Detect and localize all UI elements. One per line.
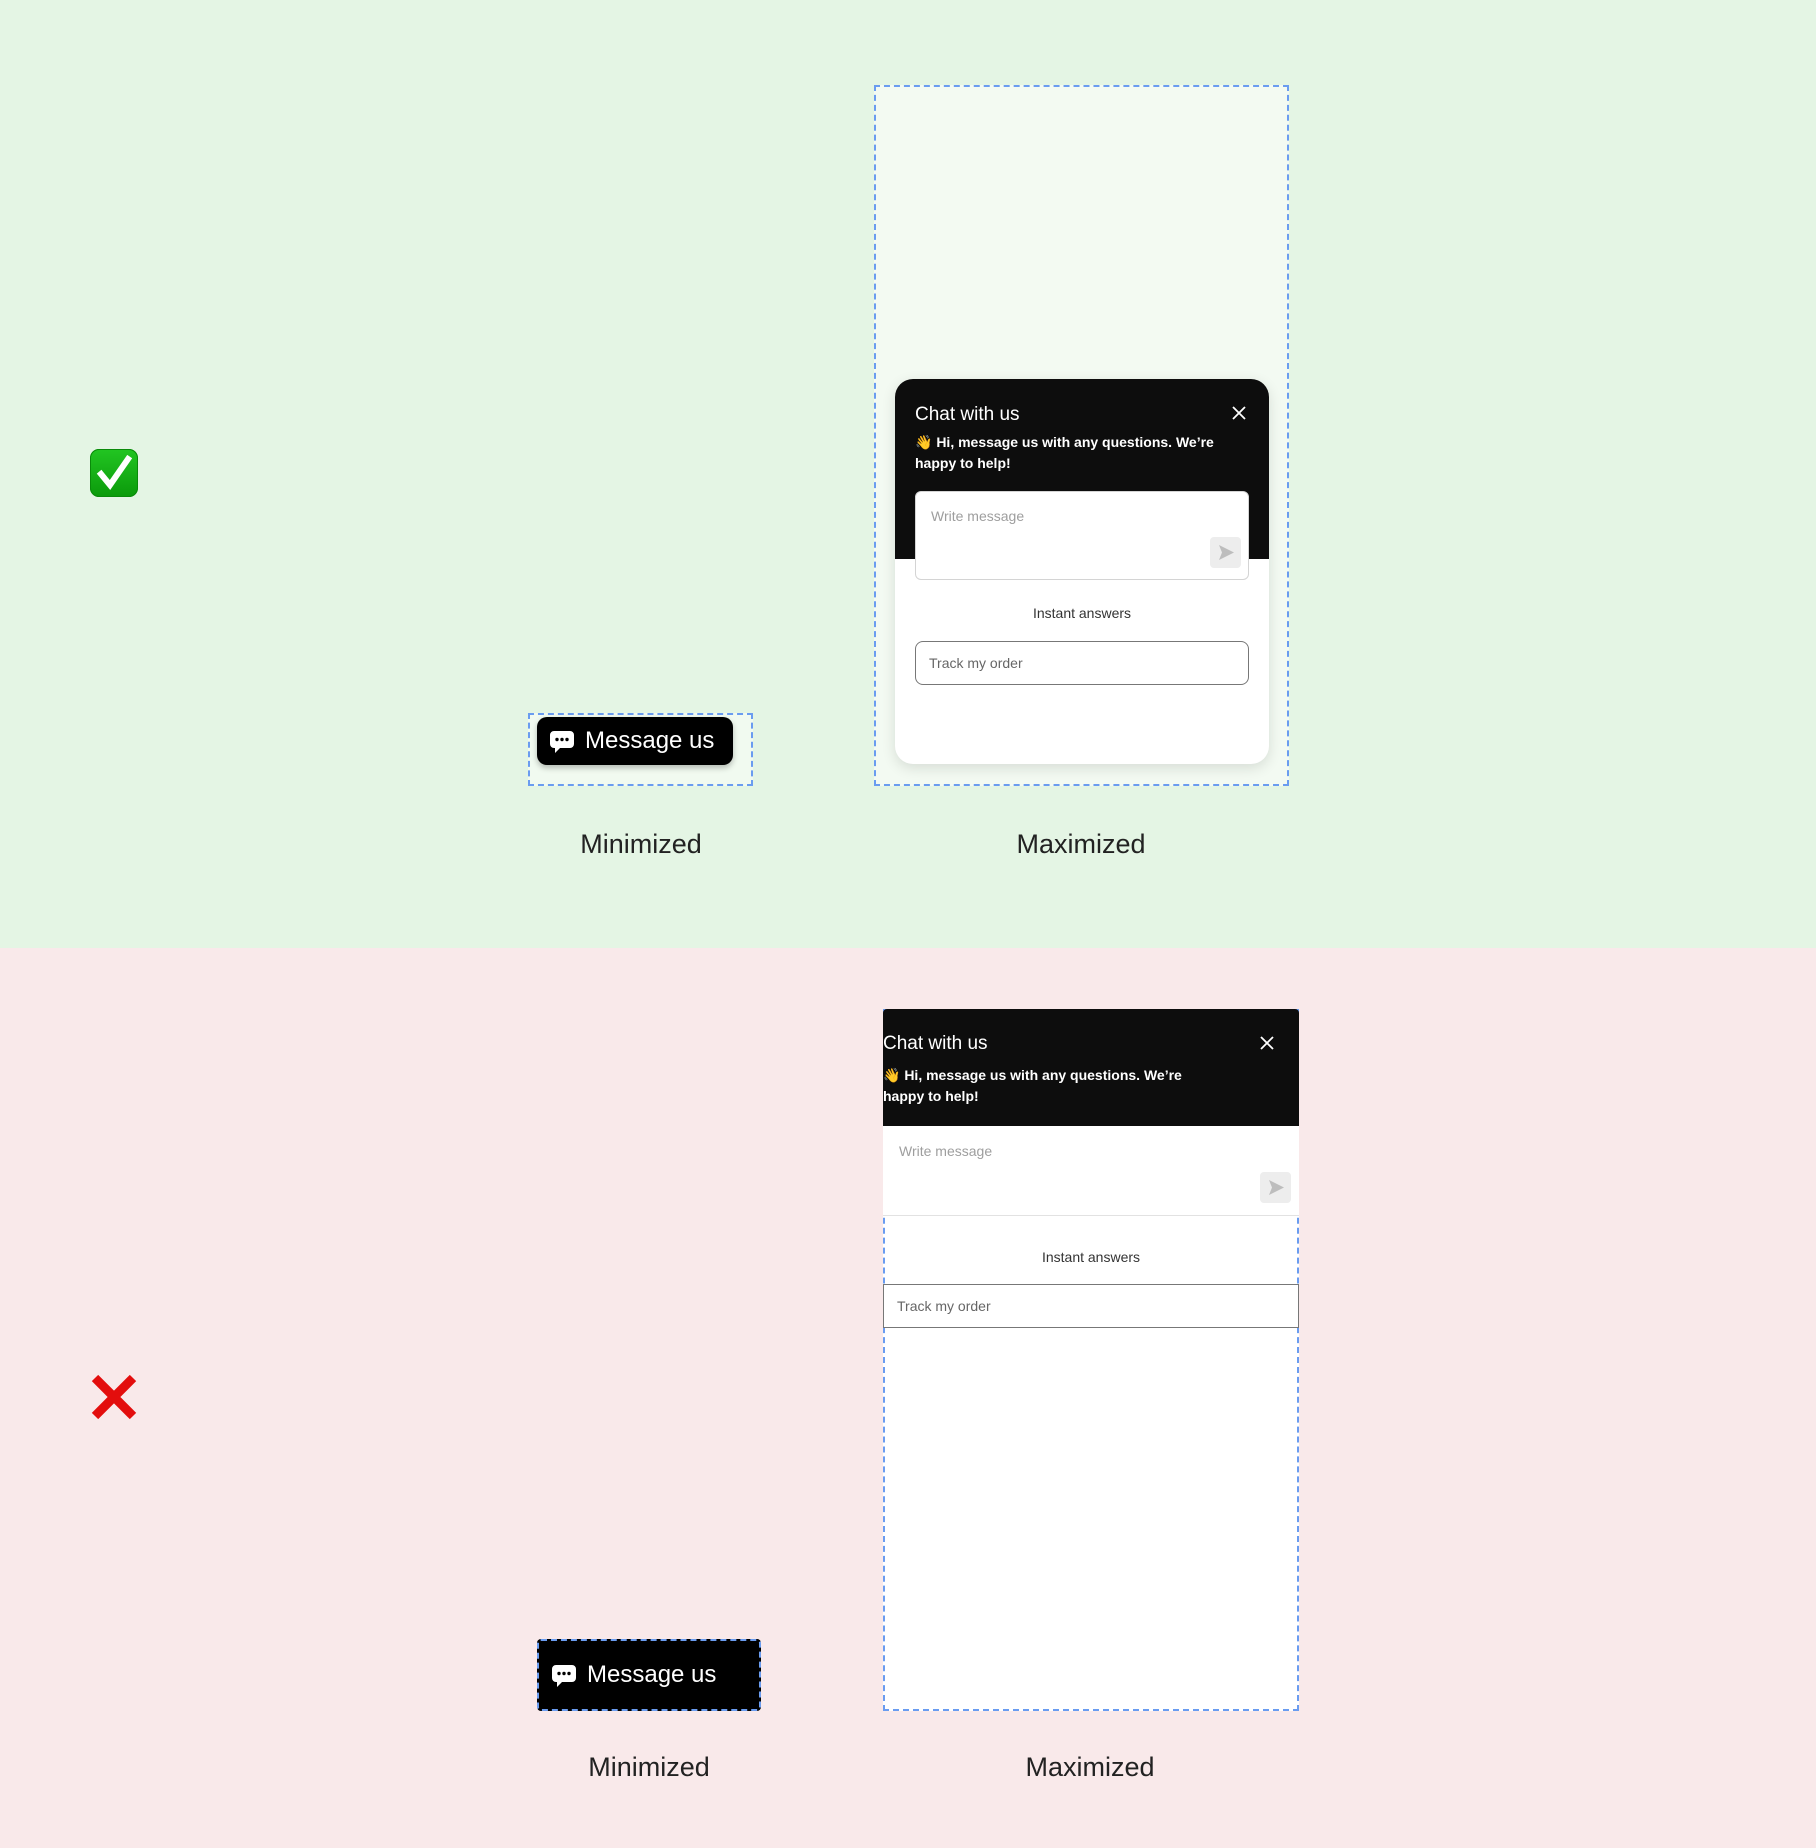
speech-bubble-icon (552, 1665, 576, 1687)
instant-answer-track-order[interactable]: Track my order (883, 1284, 1299, 1328)
message-placeholder: Write message (931, 508, 1025, 524)
send-button[interactable] (1260, 1172, 1291, 1203)
cross-mark-icon (90, 1373, 138, 1421)
message-placeholder: Write message (899, 1143, 993, 1159)
message-us-button[interactable]: Message us (537, 1639, 761, 1711)
instant-answer-track-order[interactable]: Track my order (915, 641, 1249, 685)
minimized-caption: Minimized (588, 1752, 710, 1782)
close-icon[interactable] (1231, 405, 1247, 421)
chat-title: Chat with us (883, 1033, 988, 1054)
speech-bubble-icon (550, 731, 574, 753)
maximized-caption: Maximized (1025, 1752, 1155, 1782)
maximized-caption: Maximized (1016, 829, 1146, 859)
chat-title: Chat with us (915, 404, 1020, 425)
message-us-label: Message us (587, 1661, 717, 1688)
minimized-caption: Minimized (580, 829, 702, 859)
message-us-label: Message us (585, 727, 715, 754)
chat-greeting: 👋 Hi, message us with any questions. We’… (883, 1067, 1182, 1104)
check-mark-icon (90, 449, 138, 497)
close-icon[interactable] (1259, 1035, 1275, 1051)
send-icon (1269, 1180, 1284, 1195)
send-icon (1219, 545, 1234, 560)
instant-answers-heading: Instant answers (1032, 605, 1132, 621)
bad-example-section: Message us Minimized Chat with us 👋 Hi, … (0, 948, 1816, 1848)
message-input[interactable]: Write message (915, 491, 1249, 580)
good-example-section: Message us Minimized Chat with us 👋 Hi, … (0, 0, 1816, 948)
send-button[interactable] (1210, 537, 1241, 568)
message-input[interactable]: Write message (883, 1126, 1299, 1216)
chat-panel: Chat with us 👋 Hi, message us with any q… (895, 379, 1269, 764)
instant-answers-heading: Instant answers (1041, 1249, 1141, 1265)
chat-greeting: 👋 Hi, message us with any questions. We’… (915, 434, 1214, 471)
message-us-button[interactable]: Message us (537, 717, 733, 765)
chat-panel: Chat with us 👋 Hi, message us with any q… (883, 1009, 1299, 1711)
